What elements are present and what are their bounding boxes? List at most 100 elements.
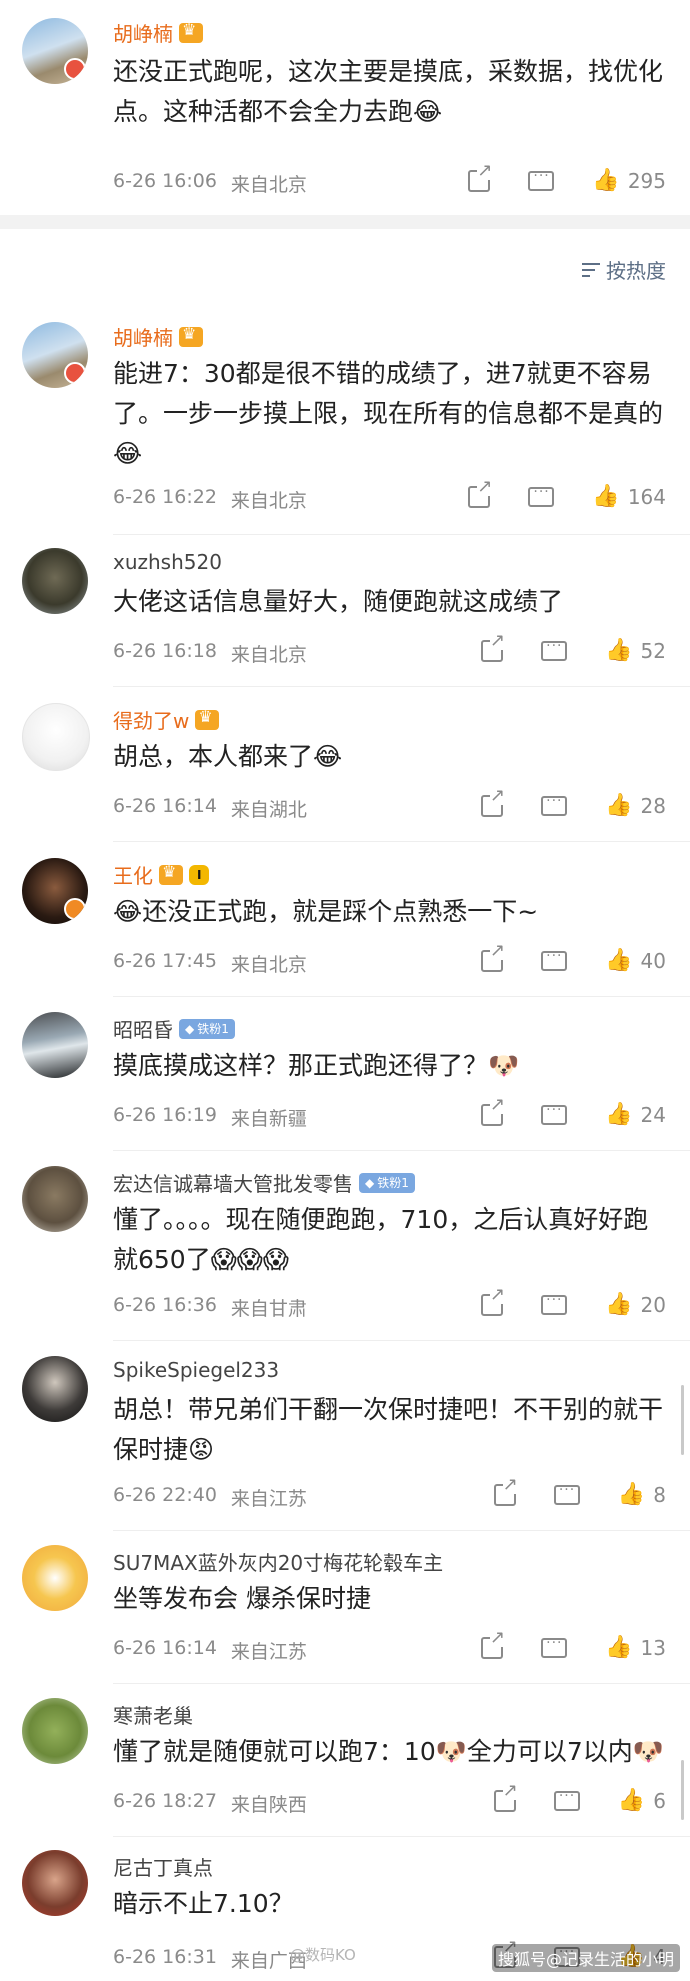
share-icon[interactable] — [493, 1475, 518, 1506]
comment-date: 6-26 22:40 — [113, 1484, 217, 1506]
reply-icon[interactable] — [541, 1292, 568, 1315]
comment-meta: 6-26 16:31 来自广西 — [113, 1946, 307, 1973]
username[interactable]: 宏达信诚幕墙大管批发零售 ◆ 铁粉1 — [113, 1168, 415, 1197]
comment-location: 来自北京 — [230, 954, 307, 976]
username-text[interactable]: SU7MAX蓝外灰内20寸梅花轮毂车主 — [113, 1547, 443, 1576]
share-icon[interactable] — [481, 786, 506, 817]
scrollbar[interactable] — [681, 1760, 684, 1820]
share-icon[interactable] — [493, 1781, 518, 1812]
reply-icon[interactable] — [541, 638, 568, 661]
like-button[interactable]: 👍 40 — [605, 948, 666, 973]
username-text[interactable]: 胡峥楠 — [113, 322, 173, 351]
username[interactable]: SU7MAX蓝外灰内20寸梅花轮毂车主 — [113, 1547, 443, 1576]
reply-icon[interactable] — [553, 1482, 580, 1505]
comment-meta: 6-26 22:40 来自江苏 — [113, 1484, 307, 1511]
avatar[interactable] — [22, 703, 90, 771]
comment-actions: 👍 13 — [481, 1628, 666, 1660]
username[interactable]: SpikeSpiegel233 — [113, 1358, 279, 1382]
thumbs-up-icon: 👍 — [617, 1482, 646, 1507]
avatar[interactable] — [22, 1166, 88, 1232]
comment-actions: 👍 28 — [481, 786, 666, 818]
username[interactable]: 昭昭昏 ◆ 铁粉1 — [113, 1014, 235, 1043]
share-icon[interactable] — [481, 1285, 506, 1316]
share-icon[interactable] — [481, 631, 506, 662]
like-button[interactable]: 👍 8 — [618, 1482, 666, 1507]
avatar[interactable] — [22, 1356, 88, 1422]
comment-text: 暗示不止7.10？ — [113, 1889, 294, 1918]
fan-badge: ◆ 铁粉1 — [179, 1018, 235, 1039]
like-button[interactable]: 👍 20 — [605, 1292, 666, 1317]
like-button[interactable]: 👍 28 — [605, 793, 666, 818]
share-icon[interactable] — [481, 941, 506, 972]
avatar[interactable] — [22, 322, 88, 388]
username-text[interactable]: 昭昭昏 — [113, 1014, 173, 1043]
comment-text: 胡总！带兄弟们干翻一次保时捷吧！不干别的就干保时捷😡 — [113, 1395, 664, 1464]
thumbs-up-icon: 👍 — [605, 948, 633, 973]
section-divider — [0, 215, 690, 229]
verified-badge-icon — [64, 362, 86, 384]
like-button[interactable]: 👍 13 — [605, 1635, 666, 1660]
username-text[interactable]: 王化 — [113, 860, 153, 889]
row-separator — [113, 1340, 690, 1341]
top-comment: 胡峥楠 还没正式跑呢，这次主要是摸底，采数据，找优化点。这种活都不会全力去跑😂 … — [0, 0, 690, 215]
like-button[interactable]: 👍 24 — [605, 1102, 666, 1127]
reply-icon[interactable] — [541, 793, 568, 816]
share-icon[interactable] — [468, 477, 493, 508]
comment-location: 来自江苏 — [230, 1641, 307, 1663]
avatar[interactable] — [22, 548, 88, 614]
avatar[interactable] — [22, 18, 88, 84]
avatar[interactable] — [22, 1012, 88, 1078]
like-button[interactable]: 👍 6 — [618, 1788, 666, 1813]
username[interactable]: 寒萧老巢 — [113, 1700, 193, 1729]
reply-icon[interactable] — [528, 168, 555, 191]
reply-icon[interactable] — [541, 948, 568, 971]
comment-actions: 👍 295 — [468, 161, 666, 193]
like-button[interactable]: 👍 52 — [605, 638, 666, 663]
comment-text: 摸底摸成这样？那正式跑还得了？🐶 — [113, 1051, 520, 1080]
comment-location: 来自新疆 — [230, 1108, 307, 1130]
username-text[interactable]: 尼古丁真点 — [113, 1852, 213, 1881]
username-text[interactable]: xuzhsh520 — [113, 550, 222, 574]
crown-icon — [179, 20, 203, 43]
comment-date: 6-26 18:27 — [113, 1790, 217, 1812]
reply-icon[interactable] — [528, 484, 555, 507]
username-text[interactable]: SpikeSpiegel233 — [113, 1358, 279, 1382]
like-button[interactable]: 👍 164 — [592, 484, 666, 509]
comment-meta: 6-26 16:22 来自北京 — [113, 486, 307, 513]
username[interactable]: xuzhsh520 — [113, 550, 222, 574]
comment-actions: 👍6 — [493, 1781, 666, 1813]
share-icon[interactable] — [481, 1628, 506, 1659]
username[interactable]: 胡峥楠 — [113, 322, 203, 351]
username-text[interactable]: 胡峥楠 — [113, 18, 173, 47]
comment-text: 能进7：30都是很不错的成绩了，进7就更不容易了。一步一步摸上限，现在所有的信息… — [113, 359, 664, 468]
avatar[interactable] — [22, 1698, 88, 1764]
avatar[interactable] — [22, 1850, 88, 1916]
username[interactable]: 得劲了w — [113, 705, 220, 734]
comment-location: 来自北京 — [230, 174, 307, 196]
like-button[interactable]: 👍 295 — [592, 168, 666, 193]
username[interactable]: 尼古丁真点 — [113, 1852, 213, 1881]
comment-meta: 6-26 16:14 来自湖北 — [113, 795, 307, 822]
fan-badge: ◆ 铁粉1 — [359, 1172, 415, 1193]
comment-date: 6-26 16:06 — [113, 170, 217, 192]
comment-text: 还没正式跑呢，这次主要是摸底，采数据，找优化点。这种活都不会全力去跑😂 — [113, 57, 664, 126]
avatar[interactable] — [22, 858, 88, 924]
sort-button[interactable]: 按热度 — [582, 255, 666, 284]
username[interactable]: 胡峥楠 — [113, 18, 203, 47]
row-separator — [113, 841, 690, 842]
reply-icon[interactable] — [541, 1102, 568, 1125]
share-icon[interactable] — [468, 161, 493, 192]
reply-icon[interactable] — [541, 1635, 568, 1658]
comment-location: 来自湖北 — [230, 799, 307, 821]
verified-badge-icon — [64, 58, 86, 80]
scrollbar[interactable] — [681, 1385, 684, 1455]
username-text[interactable]: 宏达信诚幕墙大管批发零售 — [113, 1168, 353, 1197]
username-text[interactable]: 得劲了w — [113, 705, 189, 734]
username-text[interactable]: 寒萧老巢 — [113, 1700, 193, 1729]
username[interactable]: 王化 I — [113, 860, 210, 889]
thumbs-up-icon: 👍 — [605, 638, 633, 663]
avatar[interactable] — [22, 1545, 88, 1611]
share-icon[interactable] — [481, 1095, 506, 1126]
reply-icon[interactable] — [553, 1788, 580, 1811]
crown-icon — [159, 862, 183, 885]
